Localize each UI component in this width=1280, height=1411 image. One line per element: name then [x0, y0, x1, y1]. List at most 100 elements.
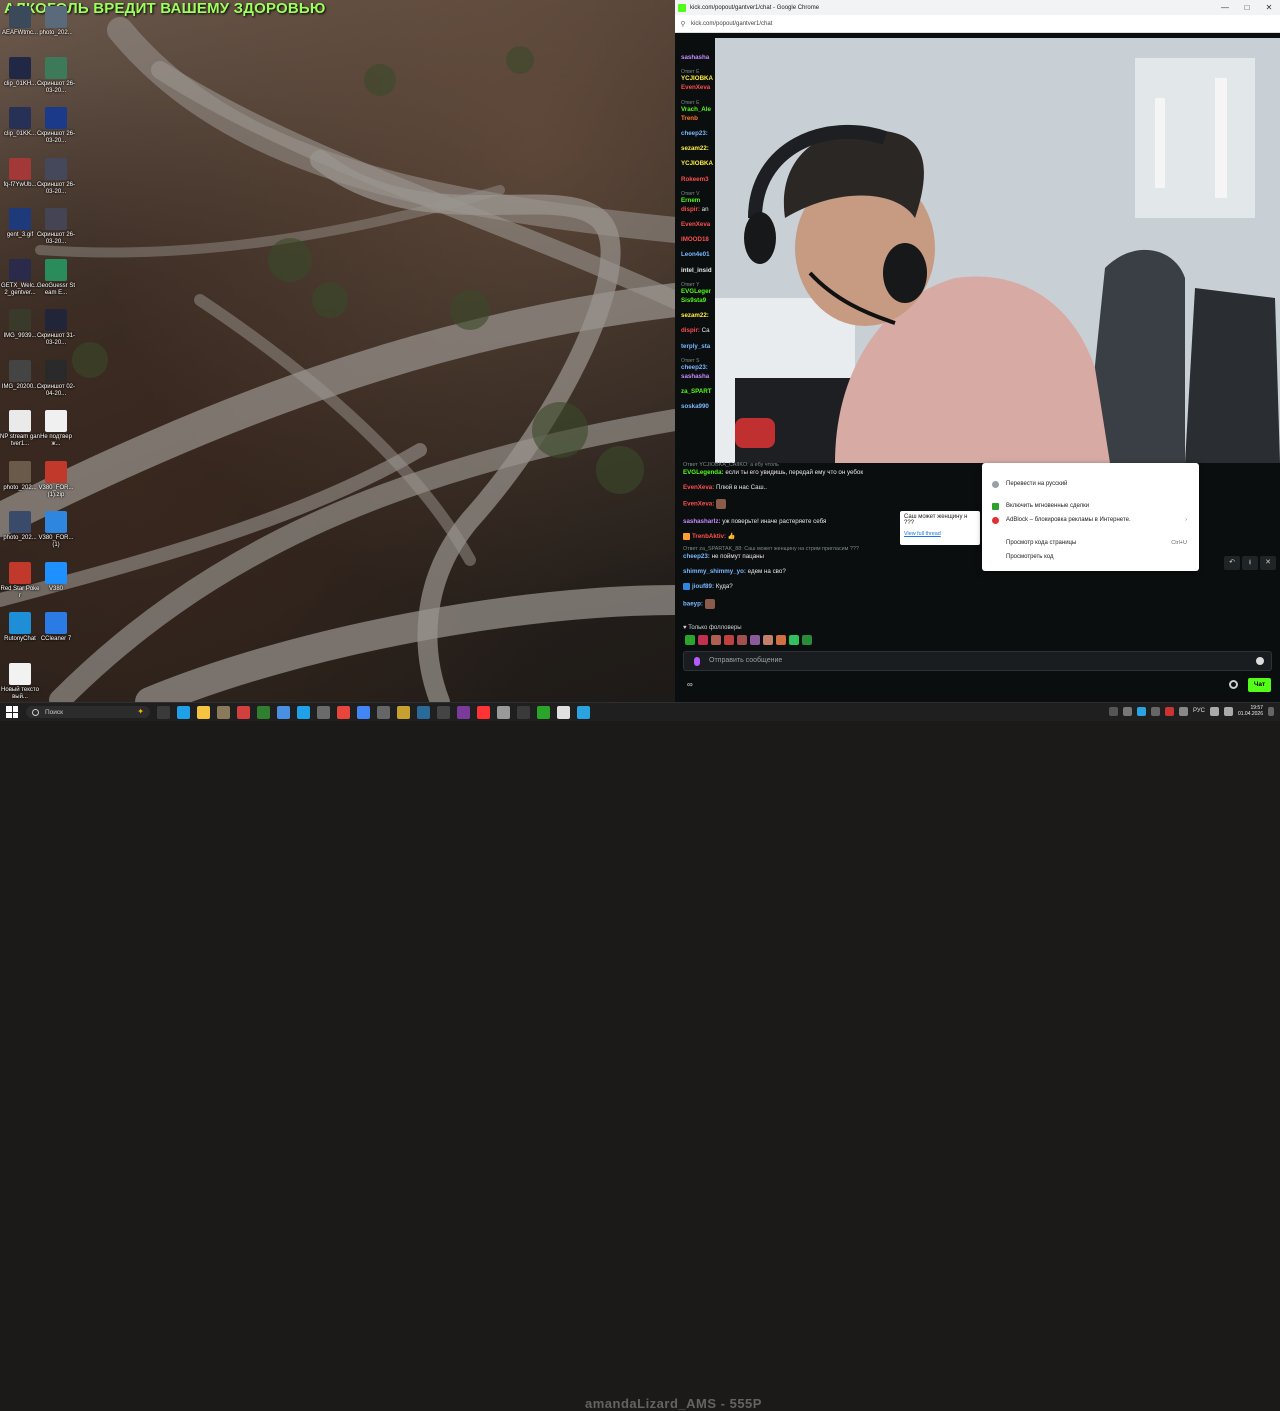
- chat-username[interactable]: cheep23:: [681, 364, 708, 371]
- chat-username[interactable]: sashasharlz:: [683, 518, 721, 525]
- chat-username[interactable]: dispir:: [681, 327, 700, 334]
- telegram-icon[interactable]: [577, 705, 590, 719]
- delete-icon[interactable]: ✕: [1260, 556, 1276, 570]
- chat-username[interactable]: EvenXeva:: [683, 501, 714, 508]
- app-icon[interactable]: [537, 705, 550, 719]
- microphone-icon[interactable]: [694, 657, 700, 666]
- desktop-icon[interactable]: V380_FOR... (1).zip: [36, 460, 76, 499]
- app-64-icon[interactable]: [237, 705, 250, 719]
- address-bar[interactable]: ⚲ kick.com/popout/gantver1/chat: [675, 15, 1280, 33]
- chat-username[interactable]: EVGLeger: [681, 288, 711, 295]
- chat-username[interactable]: EVGLegenda:: [683, 469, 724, 476]
- desktop-icon[interactable]: V380_FOR... (1): [36, 511, 76, 549]
- reply-thread-popup[interactable]: Саш может женщину н ??? View full thread: [900, 511, 980, 545]
- chat-username[interactable]: soska990: [681, 403, 709, 410]
- desktop-icon[interactable]: Не подтверж...: [36, 410, 76, 448]
- desktop-icon[interactable]: AEAFWtmc...: [0, 6, 40, 37]
- chat-message[interactable]: shimmy_shimmy_yo: едем на сво?: [683, 568, 983, 575]
- taskbar-search[interactable]: Поиск ✦: [26, 706, 150, 718]
- emote-icon[interactable]: [802, 635, 812, 645]
- edge-icon[interactable]: [297, 705, 310, 719]
- chat-username[interactable]: shimmy_shimmy_yo:: [683, 568, 746, 575]
- emoji-icon[interactable]: [1256, 657, 1264, 665]
- app-icon[interactable]: [397, 705, 410, 719]
- chat-username[interactable]: za_SPART: [681, 388, 712, 395]
- chat-input-placeholder[interactable]: Отправить сообщение: [709, 657, 782, 664]
- taskbar-search-placeholder[interactable]: Поиск: [45, 709, 63, 716]
- chat-username[interactable]: cheep23:: [681, 130, 708, 137]
- emote-icon[interactable]: [724, 635, 734, 645]
- chat-username[interactable]: cheep23:: [683, 553, 710, 560]
- copilot-spark-icon[interactable]: ✦: [137, 707, 144, 716]
- app-icon[interactable]: [517, 705, 530, 719]
- chat-message[interactable]: baeyp:: [683, 598, 983, 609]
- app-icon[interactable]: [497, 705, 510, 719]
- chat-username[interactable]: Sis9sta9: [681, 297, 706, 304]
- app-icon[interactable]: [217, 705, 230, 719]
- chat-input[interactable]: Отправить сообщение: [683, 651, 1272, 671]
- language-indicator[interactable]: РУС: [1193, 708, 1205, 714]
- app-icon[interactable]: [437, 705, 450, 719]
- chat-username[interactable]: sezam22:: [681, 145, 709, 152]
- chat-username[interactable]: YCJIOBKA: [681, 75, 713, 82]
- context-menu-item-inspect[interactable]: Просмотреть код: [1006, 554, 1053, 560]
- tray-icon[interactable]: [1108, 706, 1118, 716]
- app-icon[interactable]: [257, 705, 270, 719]
- chat-username[interactable]: sashasha: [681, 373, 709, 380]
- send-chat-button[interactable]: Чат: [1248, 678, 1271, 692]
- desktop-icon[interactable]: fq-f7YwUb...: [0, 157, 40, 189]
- desktop-icon[interactable]: Скриншот 31-03-20...: [36, 309, 76, 347]
- minimize-button[interactable]: —: [1214, 3, 1236, 12]
- desktop-icon[interactable]: Red Star Poker: [0, 561, 40, 600]
- app-icon[interactable]: [557, 705, 570, 719]
- windows-start-icon[interactable]: [6, 706, 18, 718]
- desktop-icon[interactable]: photo_202...: [0, 460, 40, 492]
- chat-username[interactable]: terply_sta: [681, 343, 710, 350]
- tray-icon[interactable]: [1136, 706, 1146, 716]
- app-icon[interactable]: [277, 705, 290, 719]
- chat-username[interactable]: YCJIOBKA: [681, 160, 713, 167]
- wifi-icon[interactable]: [1209, 706, 1219, 716]
- chrome-icon[interactable]: [337, 705, 350, 719]
- desktop-icon[interactable]: Скриншот 26-03-20...: [36, 107, 76, 145]
- emote-icon[interactable]: [789, 635, 799, 645]
- context-menu-item-deals[interactable]: Включить мгновенные сделки: [1006, 503, 1089, 509]
- emote-icon[interactable]: [750, 635, 760, 645]
- tray-icon[interactable]: [1178, 706, 1188, 716]
- chat-username[interactable]: Rokeem3: [681, 176, 709, 183]
- chat-message[interactable]: Ответ YCJIOBKA_CAIIKO: а ебу чтоль EVGLeg…: [683, 462, 983, 476]
- app-icon[interactable]: [357, 705, 370, 719]
- emote-icon[interactable]: [776, 635, 786, 645]
- tray-icon[interactable]: [1122, 706, 1132, 716]
- app-icon[interactable]: [317, 705, 330, 719]
- tray-icon[interactable]: [1150, 706, 1160, 716]
- emote-icon[interactable]: [685, 635, 695, 645]
- desktop-icon[interactable]: Скриншот 26-03-20...: [36, 56, 76, 95]
- context-menu-item-translate[interactable]: Перевести на русский: [1006, 481, 1067, 487]
- app-icon[interactable]: [417, 705, 430, 719]
- desktop-icon[interactable]: Новый текстовый...: [0, 662, 40, 701]
- desktop-icon[interactable]: photo_202...: [0, 511, 40, 542]
- chat-username[interactable]: TrenbAktiv:: [692, 533, 726, 540]
- desktop-icon[interactable]: gent_3.gif: [0, 208, 40, 239]
- desktop-icon[interactable]: Скриншот 26-03-20...: [36, 157, 76, 196]
- explorer-icon[interactable]: [197, 705, 210, 719]
- maximize-button[interactable]: □: [1236, 3, 1258, 12]
- chat-username[interactable]: EvenXeva: [681, 221, 710, 228]
- close-button[interactable]: ✕: [1258, 3, 1280, 12]
- clock[interactable]: 19:57 01.04.2026: [1238, 705, 1263, 717]
- app-icon[interactable]: [377, 705, 390, 719]
- reply-reference[interactable]: Ответ za_SPARTAK_88: Саш может женщину н…: [683, 546, 983, 553]
- chat-message[interactable]: Ответ za_SPARTAK_88: Саш может женщину н…: [683, 546, 983, 560]
- chat-username[interactable]: intel_insid: [681, 267, 712, 274]
- app-icon[interactable]: [457, 705, 470, 719]
- reply-reference[interactable]: Ответ YCJIOBKA_CAIIKO: а ебу чтоль: [683, 462, 983, 469]
- desktop-icon[interactable]: RutonyChat: [0, 612, 40, 643]
- edge-icon[interactable]: [177, 705, 190, 719]
- chat-username[interactable]: Vrach_Ale: [681, 106, 711, 113]
- chat-message[interactable]: EvenXeva: Плюй в нас Саш..: [683, 484, 983, 491]
- task-view-icon[interactable]: [157, 705, 170, 719]
- desktop-icon[interactable]: V380: [36, 561, 76, 593]
- chat-username[interactable]: sashasha: [681, 54, 709, 61]
- chat-username[interactable]: sezam22:: [681, 312, 709, 319]
